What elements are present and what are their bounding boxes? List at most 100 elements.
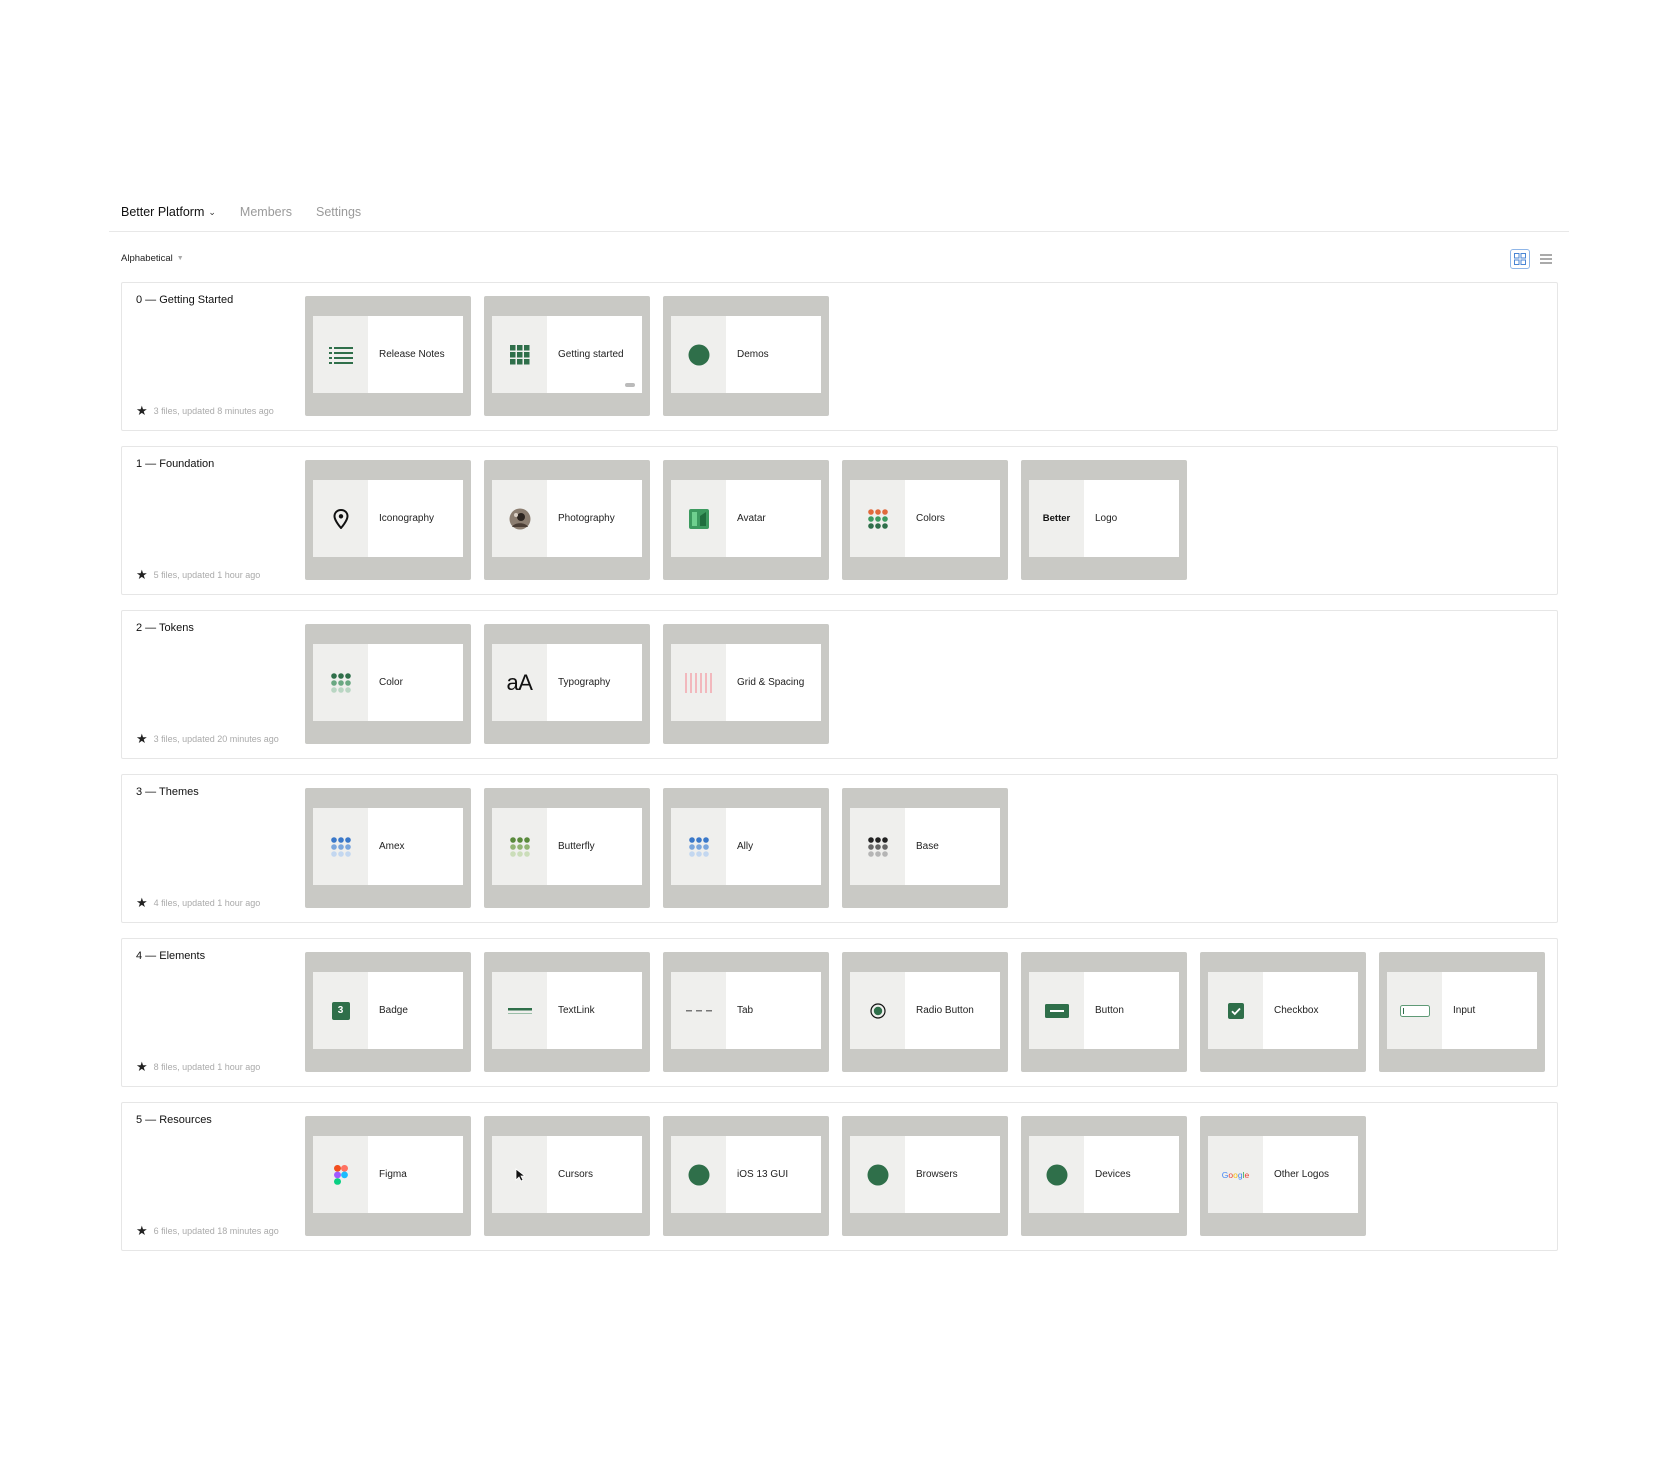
file-name: Radio Button — [916, 1005, 974, 1016]
file-card[interactable]: Release Notes — [305, 296, 471, 416]
file-card[interactable]: Browsers — [842, 1116, 1008, 1236]
file-thumbnail: Amex — [313, 808, 463, 885]
file-name: Ally — [737, 841, 754, 852]
grid-columns-icon — [671, 644, 726, 721]
file-card[interactable]: Avatar — [663, 460, 829, 580]
project-meta: ★ 6 files, updated 18 minutes ago — [136, 1224, 279, 1237]
project-title[interactable]: 4 — Elements — [136, 950, 205, 962]
file-name: iOS 13 GUI — [737, 1169, 789, 1180]
star-icon[interactable]: ★ — [136, 1060, 148, 1073]
file-card[interactable]: Google Other Logos — [1200, 1116, 1366, 1236]
photo-avatar-icon — [492, 480, 547, 557]
file-grid: Figma Cursors iOS 13 GUI Browsers Devices Goo… — [305, 1116, 1366, 1236]
star-icon[interactable]: ★ — [136, 732, 148, 745]
file-card[interactable]: Better Logo — [1021, 460, 1187, 580]
project-title[interactable]: 3 — Themes — [136, 786, 199, 798]
blue-dots-icon — [313, 808, 368, 885]
green-circle-icon — [671, 316, 726, 393]
green-dots-icon — [313, 644, 368, 721]
olive-dots-icon — [492, 808, 547, 885]
file-grid: Amex Butterfly Ally Base — [305, 788, 1008, 908]
file-name: Demos — [737, 349, 769, 360]
file-thumbnail: Butterfly — [492, 808, 642, 885]
project-meta: ★ 4 files, updated 1 hour ago — [136, 896, 260, 909]
file-name: Tab — [737, 1005, 754, 1016]
file-thumbnail: aA Typography — [492, 644, 642, 721]
project-section: 2 — Tokens ★ 3 files, updated 20 minutes a… — [121, 610, 1558, 759]
file-name: Button — [1095, 1005, 1124, 1016]
file-name: Typography — [558, 677, 611, 688]
project-title[interactable]: 0 — Getting Started — [136, 294, 233, 306]
file-name: Checkbox — [1274, 1005, 1319, 1016]
file-card[interactable]: Demos — [663, 296, 829, 416]
file-name: Other Logos — [1274, 1169, 1330, 1180]
file-name: Devices — [1095, 1169, 1131, 1180]
file-card[interactable]: Devices — [1021, 1116, 1187, 1236]
file-card[interactable]: Checkbox — [1200, 952, 1366, 1072]
file-card[interactable]: Butterfly — [484, 788, 650, 908]
project-section: 1 — Foundation ★ 5 files, updated 1 hour a… — [121, 446, 1558, 595]
project-title[interactable]: 5 — Resources — [136, 1114, 212, 1126]
file-card[interactable]: Photography — [484, 460, 650, 580]
file-card[interactable]: TextLink — [484, 952, 650, 1072]
file-card[interactable]: Radio Button — [842, 952, 1008, 1072]
file-thumbnail: Color — [313, 644, 463, 721]
file-card[interactable]: Figma — [305, 1116, 471, 1236]
file-card[interactable]: Button — [1021, 952, 1187, 1072]
grid-view-button[interactable] — [1510, 249, 1530, 269]
file-grid: Release Notes Getting started Demos — [305, 296, 829, 416]
file-card[interactable]: Ally — [663, 788, 829, 908]
file-name: Color — [379, 677, 403, 688]
list-view-button[interactable] — [1536, 249, 1556, 269]
file-thumbnail: Colors — [850, 480, 1000, 557]
file-thumbnail: Getting started — [492, 316, 642, 393]
file-thumbnail: Browsers — [850, 1136, 1000, 1213]
file-card[interactable]: Tab — [663, 952, 829, 1072]
project-meta-text: 6 files, updated 18 minutes ago — [153, 1225, 279, 1236]
project-title[interactable]: 1 — Foundation — [136, 458, 214, 470]
file-name: Grid & Spacing — [737, 677, 805, 688]
file-name: Browsers — [916, 1169, 958, 1180]
file-name: Figma — [379, 1169, 407, 1180]
file-card[interactable]: Grid & Spacing — [663, 624, 829, 744]
file-thumbnail: Avatar — [671, 480, 821, 557]
team-selector[interactable]: Better Platform ⌄ — [121, 205, 216, 219]
file-name: Iconography — [379, 513, 435, 524]
star-icon[interactable]: ★ — [136, 404, 148, 417]
grid-view-icon — [1514, 253, 1526, 265]
file-card[interactable]: Getting started — [484, 296, 650, 416]
color-dots-icon — [850, 480, 905, 557]
file-name: Cursors — [558, 1169, 594, 1180]
settings-link[interactable]: Settings — [316, 205, 361, 219]
project-meta-text: 3 files, updated 8 minutes ago — [153, 405, 274, 416]
file-name: Logo — [1095, 513, 1118, 524]
better-wordmark-icon: Better — [1029, 480, 1084, 557]
input-icon — [1387, 972, 1442, 1049]
nav-divider — [109, 231, 1569, 232]
file-thumbnail: iOS 13 GUI — [671, 1136, 821, 1213]
badge-icon: 3 — [313, 972, 368, 1049]
project-title[interactable]: 2 — Tokens — [136, 622, 194, 634]
file-card[interactable]: Cursors — [484, 1116, 650, 1236]
sort-dropdown[interactable]: Alphabetical ▼ — [121, 253, 184, 264]
file-grid: Color aA Typography Grid & Spacing — [305, 624, 829, 744]
members-link[interactable]: Members — [240, 205, 292, 219]
file-thumbnail: Photography — [492, 480, 642, 557]
star-icon[interactable]: ★ — [136, 896, 148, 909]
file-card[interactable]: Iconography — [305, 460, 471, 580]
file-card[interactable]: Base — [842, 788, 1008, 908]
file-card[interactable]: Amex — [305, 788, 471, 908]
file-card[interactable]: Colors — [842, 460, 1008, 580]
file-card[interactable]: aA Typography — [484, 624, 650, 744]
chevron-down-icon: ⌄ — [208, 206, 216, 217]
file-card[interactable]: Color — [305, 624, 471, 744]
star-icon[interactable]: ★ — [136, 1224, 148, 1237]
file-name: Release Notes — [379, 349, 445, 360]
project-meta: ★ 8 files, updated 1 hour ago — [136, 1060, 260, 1073]
file-card[interactable]: iOS 13 GUI — [663, 1116, 829, 1236]
team-name: Better Platform — [121, 205, 205, 219]
file-card[interactable]: 3 Badge — [305, 952, 471, 1072]
star-icon[interactable]: ★ — [136, 568, 148, 581]
button-icon — [1029, 972, 1084, 1049]
file-card[interactable]: Input — [1379, 952, 1545, 1072]
